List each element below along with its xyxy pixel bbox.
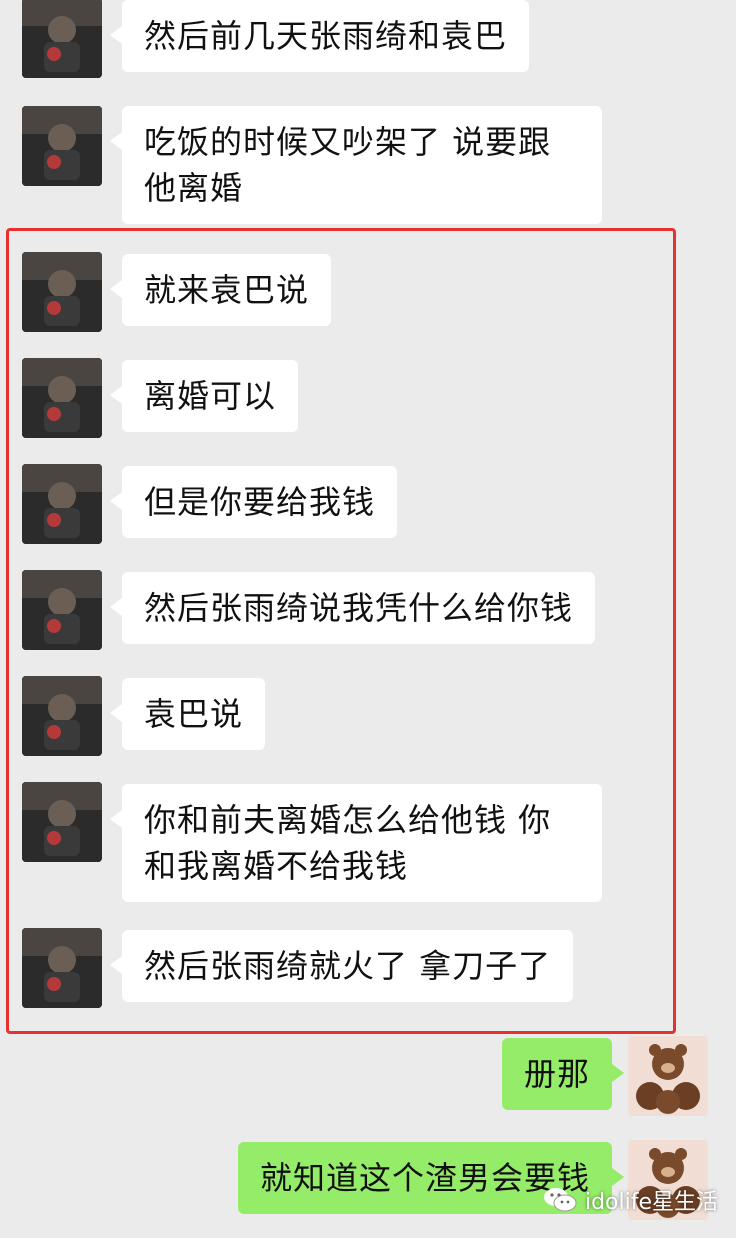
dark-figure-avatar-icon bbox=[22, 252, 102, 332]
sender-avatar[interactable] bbox=[22, 570, 102, 650]
self-avatar[interactable] bbox=[628, 1036, 708, 1116]
dark-figure-avatar-icon bbox=[22, 676, 102, 756]
watermark: idolife星生活 bbox=[543, 1184, 718, 1216]
incoming-message-bubble[interactable]: 然后前几天张雨绮和袁巴 bbox=[109, 0, 530, 72]
sender-avatar[interactable] bbox=[22, 106, 102, 186]
chat-view[interactable]: 然后前几天张雨绮和袁巴 吃饭的时候又吵架了 说要跟他离婚 就来袁巴说 离婚可以 … bbox=[0, 0, 736, 1238]
sender-avatar[interactable] bbox=[22, 928, 102, 1008]
dark-figure-avatar-icon bbox=[22, 464, 102, 544]
incoming-message-bubble[interactable]: 你和前夫离婚怎么给他钱 你和我离婚不给我钱 bbox=[110, 784, 602, 902]
incoming-message-bubble[interactable]: 袁巴说 bbox=[109, 678, 266, 750]
dark-figure-avatar-icon bbox=[22, 570, 102, 650]
sender-avatar[interactable] bbox=[22, 676, 102, 756]
incoming-message-bubble[interactable]: 就来袁巴说 bbox=[109, 254, 332, 326]
incoming-message-bubble[interactable]: 然后张雨绮说我凭什么给你钱 bbox=[109, 572, 596, 644]
dark-figure-avatar-icon bbox=[22, 0, 102, 78]
bear-sticker-avatar-icon bbox=[628, 1036, 708, 1116]
outgoing-message-bubble[interactable]: 册那 bbox=[501, 1038, 625, 1110]
incoming-message-bubble[interactable]: 吃饭的时候又吵架了 说要跟他离婚 bbox=[110, 106, 602, 224]
sender-avatar[interactable] bbox=[22, 252, 102, 332]
incoming-message-bubble[interactable]: 但是你要给我钱 bbox=[109, 466, 398, 538]
incoming-message-bubble[interactable]: 然后张雨绮就火了 拿刀子了 bbox=[109, 930, 574, 1002]
dark-figure-avatar-icon bbox=[22, 782, 102, 862]
dark-figure-avatar-icon bbox=[22, 106, 102, 186]
wechat-icon bbox=[543, 1188, 577, 1212]
dark-figure-avatar-icon bbox=[22, 928, 102, 1008]
dark-figure-avatar-icon bbox=[22, 358, 102, 438]
incoming-message-bubble[interactable]: 离婚可以 bbox=[109, 360, 299, 432]
sender-avatar[interactable] bbox=[22, 464, 102, 544]
sender-avatar[interactable] bbox=[22, 0, 102, 78]
sender-avatar[interactable] bbox=[22, 782, 102, 862]
watermark-text: idolife星生活 bbox=[584, 1190, 718, 1215]
sender-avatar[interactable] bbox=[22, 358, 102, 438]
